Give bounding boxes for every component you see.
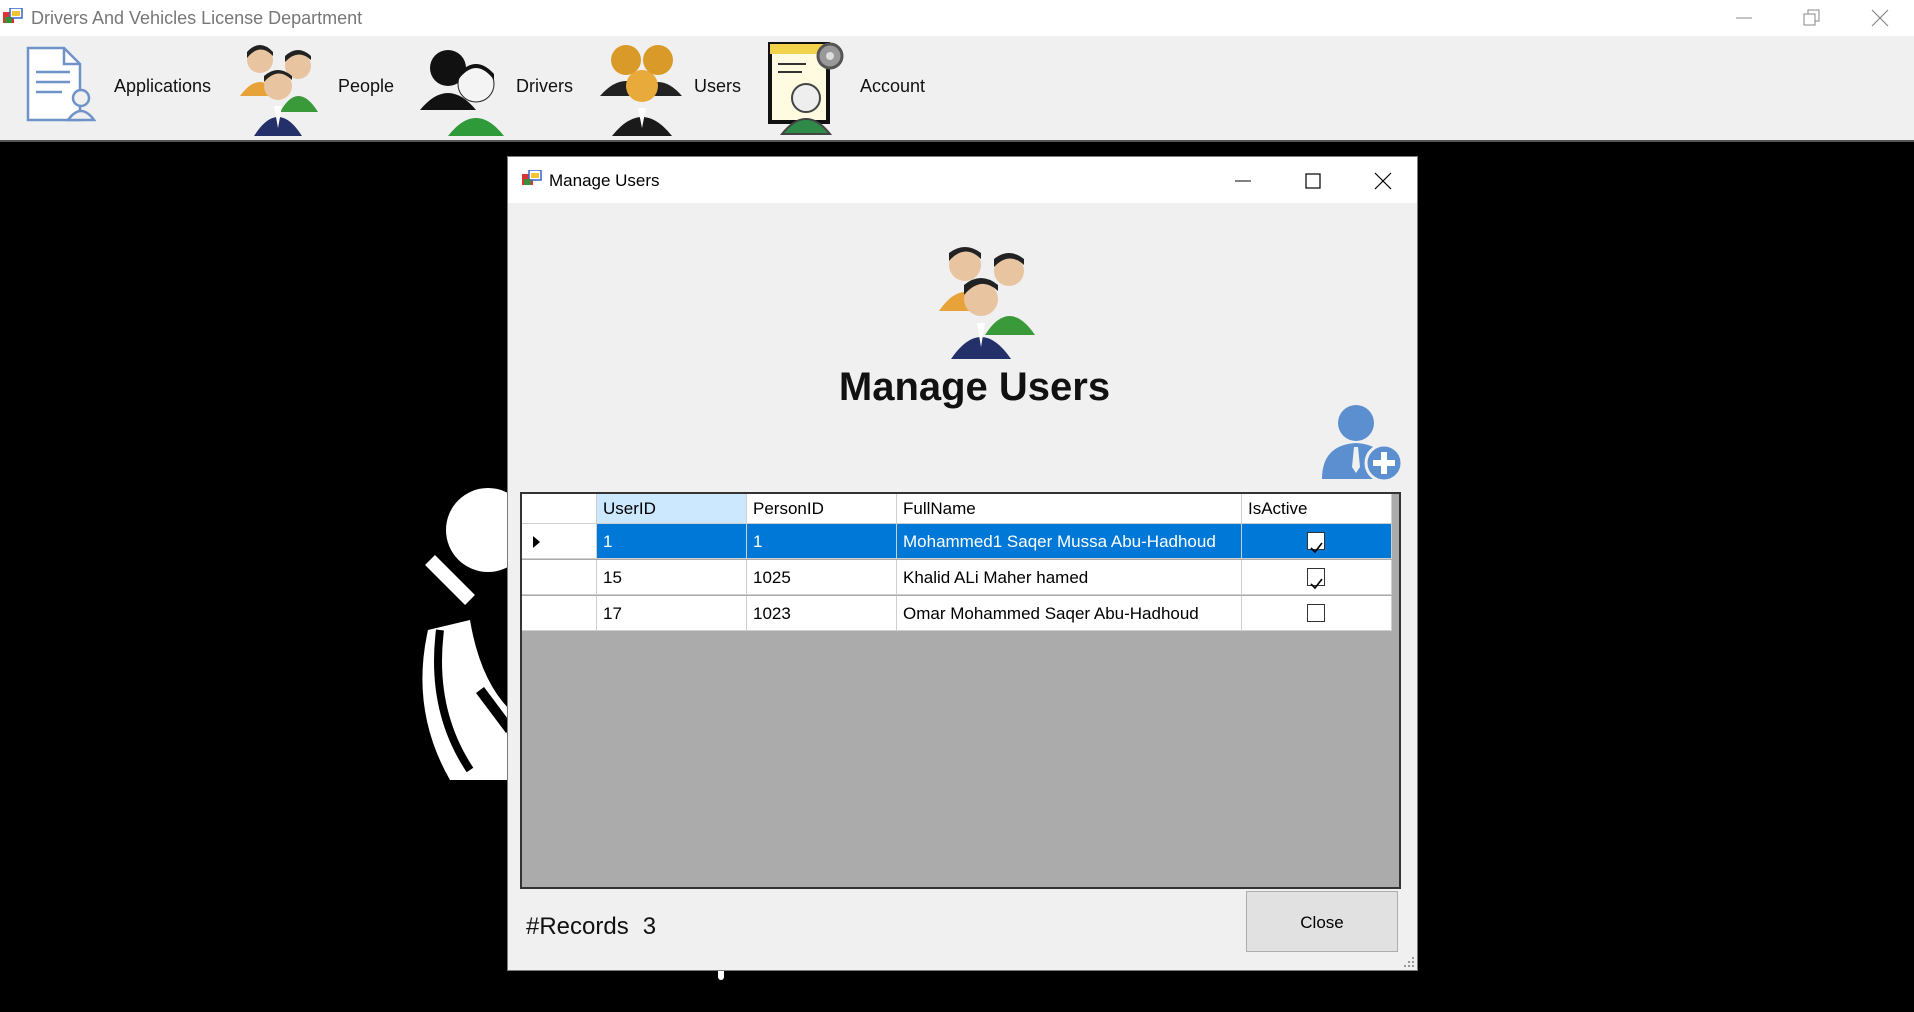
isactive-checkbox[interactable] [1307,604,1325,622]
menu-label-applications: Applications [114,76,212,96]
cell-personid[interactable]: 1023 [747,596,897,631]
row-selector[interactable] [522,524,597,559]
drivers-icon [420,50,504,136]
cell-userid[interactable]: 17 [597,596,747,631]
records-count-label: #Records 3 [526,913,656,941]
row-selector[interactable] [522,596,597,631]
manage-users-dialog: Manage Users Manage Users UserID PersonI… [507,156,1418,971]
column-header-isactive[interactable]: IsActive [1242,494,1392,524]
minimize-button[interactable] [1710,0,1778,36]
close-button[interactable]: Close [1246,891,1398,952]
main-title-bar: Drivers And Vehicles License Department [0,0,1914,36]
applications-icon [26,46,97,122]
cell-isactive[interactable] [1242,524,1392,559]
cell-userid[interactable]: 15 [597,560,747,595]
table-row[interactable]: 1 1 Mohammed1 Saqer Mussa Abu-Hadhoud [522,524,1392,560]
resize-grip-icon[interactable] [1403,956,1415,968]
row-selector[interactable] [522,560,597,595]
app-icon [3,8,23,23]
cell-personid[interactable]: 1 [747,524,897,559]
records-value: 3 [642,913,657,940]
cell-isactive[interactable] [1242,596,1392,631]
users-grid[interactable]: UserID PersonID FullName IsActive 1 1 Mo… [520,492,1401,889]
close-icon [1871,9,1889,27]
close-window-button[interactable] [1846,0,1914,36]
table-row[interactable]: 15 1025 Khalid ALi Maher hamed [522,560,1392,596]
cell-personid[interactable]: 1025 [747,560,897,595]
menu-label-drivers: Drivers [516,76,573,96]
maximize-icon [1305,173,1321,189]
records-label: #Records [526,913,629,940]
dialog-minimize-button[interactable] [1207,157,1277,203]
table-row[interactable]: 17 1023 Omar Mohammed Saqer Abu-Hadhoud [522,596,1392,632]
menu-strip: Applications People Drivers Users Accoun… [0,36,1914,142]
close-icon [1374,172,1392,190]
cell-fullname[interactable]: Mohammed1 Saqer Mussa Abu-Hadhoud [897,524,1242,559]
current-row-arrow-icon [533,536,540,548]
window-title: Drivers And Vehicles License Department [31,8,363,28]
isactive-checkbox[interactable] [1307,532,1325,554]
row-header-corner[interactable] [522,494,597,524]
dialog-close-x-button[interactable] [1347,157,1417,203]
dialog-title: Manage Users [549,171,660,190]
isactive-checkbox[interactable] [1307,568,1325,590]
menu-item-drivers[interactable]: Drivers [416,36,582,140]
cell-fullname[interactable]: Khalid ALi Maher hamed [897,560,1242,595]
restore-icon [1803,9,1820,26]
checkmark-icon [1310,542,1323,554]
menu-label-users: Users [694,76,742,96]
dialog-app-icon [522,170,542,185]
add-user-button[interactable] [1320,401,1404,483]
cell-isactive[interactable] [1242,560,1392,595]
menu-item-applications[interactable]: Applications [20,36,220,140]
minimize-icon [1235,180,1251,182]
column-header-personid[interactable]: PersonID [747,494,897,524]
menu-label-account: Account [860,76,926,96]
checkmark-icon [1310,578,1323,590]
menu-item-account[interactable]: Account [764,36,944,140]
menu-item-users[interactable]: Users [594,36,746,140]
cell-userid[interactable]: 1 [597,524,747,559]
account-icon [768,42,844,135]
cell-fullname[interactable]: Omar Mohammed Saqer Abu-Hadhoud [897,596,1242,631]
people-icon [240,45,318,136]
dialog-title-bar: Manage Users [508,157,1417,203]
restore-button[interactable] [1778,0,1846,36]
menu-item-people[interactable]: People [236,36,406,140]
users-header-icon [939,247,1035,359]
column-header-userid[interactable]: UserID [597,494,747,524]
menu-label-people: People [338,76,395,96]
dialog-maximize-button[interactable] [1277,157,1347,203]
users-icon [600,45,682,136]
page-title: Manage Users [838,365,1111,409]
background-logo-icon [422,488,510,780]
minimize-icon [1736,17,1752,19]
column-header-fullname[interactable]: FullName [897,494,1242,524]
